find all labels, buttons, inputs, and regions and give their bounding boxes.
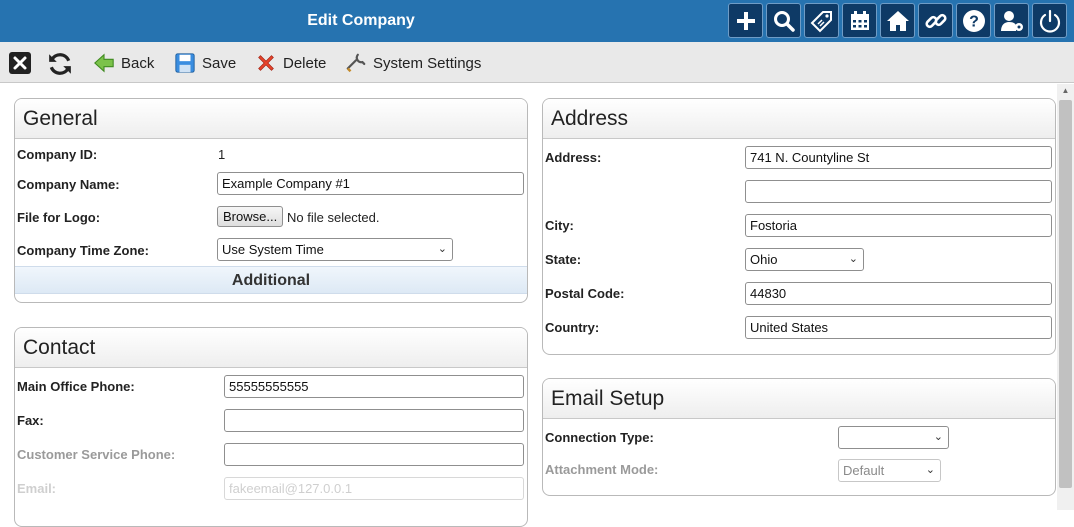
chevron-down-icon: ⌄ bbox=[933, 431, 943, 443]
link-icon bbox=[924, 13, 947, 28]
refresh-icon bbox=[49, 53, 71, 75]
company-id-value: 1 bbox=[218, 147, 226, 162]
save-button[interactable]: Save bbox=[174, 50, 236, 76]
page-title: Edit Company bbox=[307, 12, 415, 29]
address-line1-input[interactable] bbox=[745, 146, 1052, 169]
scroll-up-arrow[interactable]: ▲ bbox=[1059, 86, 1072, 98]
state-select[interactable]: Ohio ⌄ bbox=[745, 248, 864, 271]
user-settings-icon bbox=[1000, 10, 1023, 31]
state-label: State: bbox=[545, 252, 582, 267]
general-panel: General Company ID: 1 Company Name: File… bbox=[14, 98, 528, 303]
country-label: Country: bbox=[545, 320, 600, 335]
timezone-selected-value: Use System Time bbox=[222, 242, 324, 257]
email-input[interactable] bbox=[224, 477, 524, 500]
user-settings-button[interactable] bbox=[994, 3, 1029, 38]
system-settings-label: System Settings bbox=[373, 54, 482, 72]
additional-section-toggle[interactable]: Additional bbox=[15, 266, 527, 294]
logout-button[interactable] bbox=[1032, 3, 1067, 38]
close-icon bbox=[9, 52, 31, 74]
delete-label: Delete bbox=[283, 54, 327, 72]
back-button[interactable]: Back bbox=[93, 50, 154, 76]
fax-label: Fax: bbox=[17, 413, 44, 428]
main-phone-input[interactable] bbox=[224, 375, 524, 398]
calendar-button[interactable] bbox=[842, 3, 877, 38]
search-icon bbox=[773, 10, 795, 32]
save-icon bbox=[175, 53, 195, 73]
address-panel: Address Address: City: State: Ohio ⌄ Pos… bbox=[542, 98, 1056, 355]
power-icon bbox=[1039, 9, 1060, 33]
save-label: Save bbox=[202, 54, 237, 72]
help-button[interactable]: ? bbox=[956, 3, 991, 38]
timezone-select[interactable]: Use System Time ⌄ bbox=[217, 238, 453, 261]
attachment-mode-select[interactable]: Default ⌄ bbox=[838, 459, 941, 482]
chevron-down-icon: ⌄ bbox=[848, 253, 858, 265]
delete-button[interactable]: Delete bbox=[255, 50, 326, 76]
customer-service-phone-input[interactable] bbox=[224, 443, 524, 466]
scrollbar-thumb[interactable] bbox=[1059, 100, 1072, 488]
link-button[interactable] bbox=[918, 3, 953, 38]
chevron-down-icon: ⌄ bbox=[925, 464, 935, 476]
top-header-bar: Edit Company ? bbox=[0, 0, 1074, 42]
fax-input[interactable] bbox=[224, 409, 524, 432]
city-label: City: bbox=[545, 218, 574, 233]
address-heading: Address bbox=[543, 99, 1055, 139]
email-label: Email: bbox=[17, 481, 57, 496]
postal-code-input[interactable] bbox=[745, 282, 1052, 305]
back-arrow-icon bbox=[94, 53, 114, 73]
calendar-icon bbox=[850, 10, 869, 30]
email-setup-panel: Email Setup Connection Type: ⌄ Attachmen… bbox=[542, 378, 1056, 496]
company-id-label: Company ID: bbox=[17, 147, 98, 162]
back-label: Back bbox=[121, 54, 155, 72]
tag-icon bbox=[810, 10, 832, 32]
company-name-label: Company Name: bbox=[17, 177, 120, 192]
general-heading: General bbox=[15, 99, 527, 139]
svg-text:?: ? bbox=[969, 13, 979, 30]
plus-icon bbox=[736, 11, 755, 30]
state-selected-value: Ohio bbox=[750, 252, 778, 267]
tag-button[interactable] bbox=[804, 3, 839, 38]
home-icon bbox=[886, 10, 909, 31]
contact-panel: Contact Main Office Phone: Fax: Customer… bbox=[14, 327, 528, 527]
browse-button[interactable]: Browse... bbox=[217, 206, 284, 227]
no-file-text: No file selected. bbox=[287, 210, 380, 225]
postal-code-label: Postal Code: bbox=[545, 286, 625, 301]
toolbar: Back Save Delete System Settings bbox=[0, 42, 1074, 83]
attachment-mode-selected-value: Default bbox=[843, 463, 885, 478]
company-name-input[interactable] bbox=[217, 172, 524, 195]
delete-x-icon bbox=[258, 55, 274, 71]
logo-file-label: File for Logo: bbox=[17, 210, 101, 225]
connection-type-select[interactable]: ⌄ bbox=[838, 426, 949, 449]
attachment-mode-label: Attachment Mode: bbox=[545, 462, 659, 477]
wrench-icon bbox=[346, 53, 366, 73]
address-line2-input[interactable] bbox=[745, 180, 1052, 203]
city-input[interactable] bbox=[745, 214, 1052, 237]
add-button[interactable] bbox=[728, 3, 763, 38]
country-input[interactable] bbox=[745, 316, 1052, 339]
close-button[interactable] bbox=[8, 51, 32, 75]
contact-heading: Contact bbox=[15, 328, 527, 368]
chevron-down-icon: ⌄ bbox=[437, 243, 447, 255]
search-button[interactable] bbox=[766, 3, 801, 38]
help-icon: ? bbox=[962, 9, 985, 32]
system-settings-button[interactable]: System Settings bbox=[345, 50, 481, 76]
refresh-button[interactable] bbox=[47, 51, 71, 75]
home-button[interactable] bbox=[880, 3, 915, 38]
main-phone-label: Main Office Phone: bbox=[17, 379, 135, 394]
timezone-label: Company Time Zone: bbox=[17, 243, 149, 258]
connection-type-label: Connection Type: bbox=[545, 430, 654, 445]
customer-service-phone-label: Customer Service Phone: bbox=[17, 447, 176, 462]
address-label: Address: bbox=[545, 150, 602, 165]
email-setup-heading: Email Setup bbox=[543, 379, 1055, 419]
